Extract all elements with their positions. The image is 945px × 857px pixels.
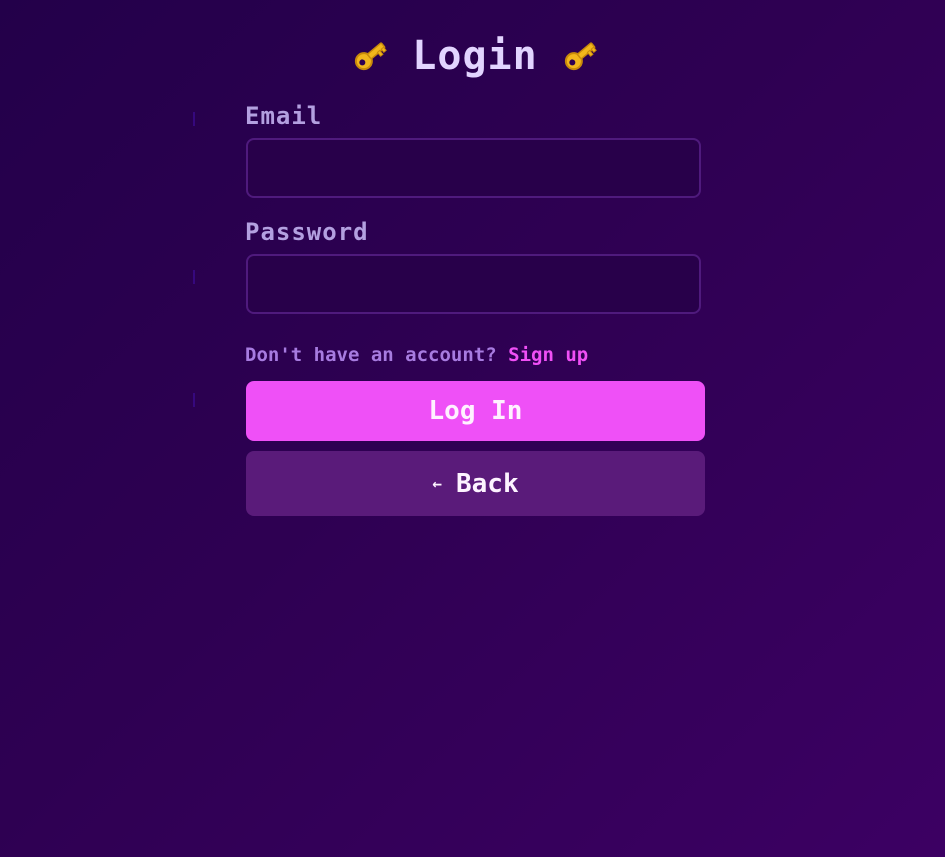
- header: Login: [245, 28, 705, 84]
- password-field[interactable]: [246, 254, 701, 314]
- key-icon: [560, 36, 600, 76]
- email-field[interactable]: [246, 138, 701, 198]
- back-button[interactable]: ← Back: [246, 451, 705, 516]
- email-label: Email: [245, 102, 323, 130]
- signup-prompt-text: Don't have an account?: [245, 344, 497, 366]
- login-button-label: Log In: [428, 396, 523, 426]
- decorative-line: [193, 393, 195, 407]
- login-form-container: Login Email Password Don't have an accou…: [245, 28, 705, 516]
- key-icon: [350, 36, 390, 76]
- arrow-left-icon: ←: [432, 474, 442, 493]
- page-title: Login: [412, 33, 538, 79]
- back-button-label: Back: [456, 468, 519, 499]
- password-label: Password: [245, 218, 369, 246]
- login-button[interactable]: Log In: [246, 381, 705, 441]
- signup-link[interactable]: Sign up: [508, 344, 588, 366]
- decorative-line: [193, 270, 195, 284]
- signup-prompt-row: Don't have an account? Sign up: [245, 344, 705, 368]
- decorative-line: [193, 112, 195, 126]
